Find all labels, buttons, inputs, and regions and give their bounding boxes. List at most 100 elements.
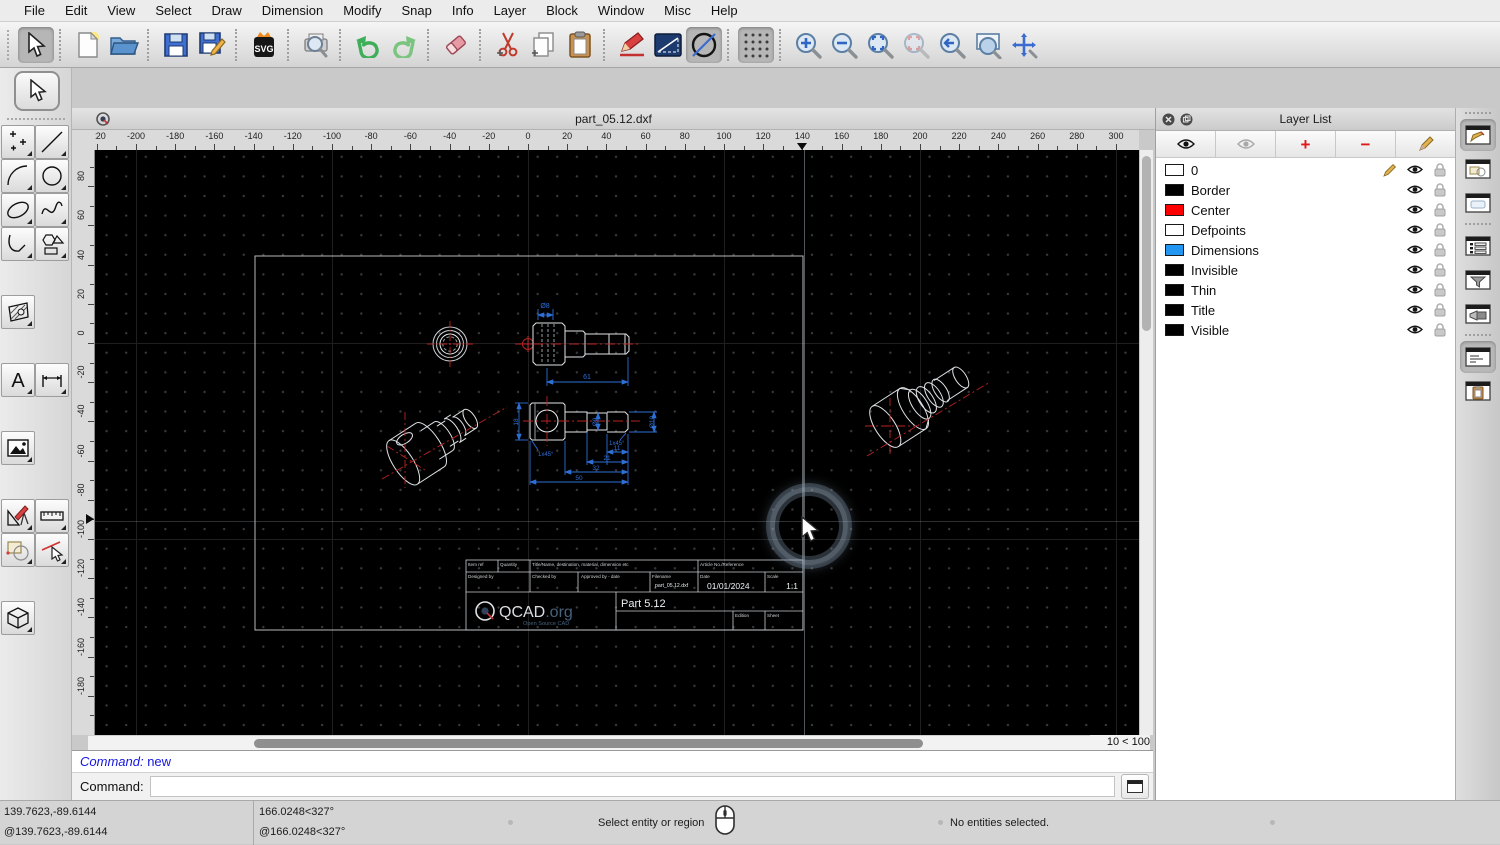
polyline-tool-button[interactable]: [650, 27, 686, 63]
cut-button[interactable]: [490, 27, 526, 63]
erase-button[interactable]: [438, 27, 474, 63]
menu-select[interactable]: Select: [145, 3, 201, 18]
menu-draw[interactable]: Draw: [201, 3, 251, 18]
close-icon[interactable]: [1161, 112, 1175, 126]
palette-drag-handle[interactable]: [6, 118, 65, 122]
library-browser-panel-button[interactable]: [1460, 298, 1496, 330]
detach-panel-icon[interactable]: [1179, 112, 1193, 126]
arc-tool-button[interactable]: [1, 159, 35, 193]
vertical-scrollbar[interactable]: [1139, 150, 1153, 735]
layer-color-swatch[interactable]: [1165, 184, 1184, 196]
menu-layer[interactable]: Layer: [484, 3, 537, 18]
layer-visibility-eye-icon[interactable]: [1406, 283, 1424, 298]
ruler-tool-button[interactable]: [35, 499, 69, 533]
modify-tool-button[interactable]: [1, 533, 35, 567]
zoom-in-button[interactable]: [790, 27, 826, 63]
block-list-panel-button[interactable]: [1460, 153, 1496, 185]
strip-drag-handle[interactable]: [1465, 112, 1491, 115]
clipboard-panel-panel-button[interactable]: [1460, 375, 1496, 407]
show-all-layers-button[interactable]: [1156, 131, 1216, 157]
menu-misc[interactable]: Misc: [654, 3, 701, 18]
layer-lock-icon[interactable]: [1434, 323, 1446, 340]
layer-visibility-eye-icon[interactable]: [1406, 183, 1424, 198]
zoom-auto-button[interactable]: [862, 27, 898, 63]
layer-row-thin[interactable]: Thin: [1156, 280, 1455, 300]
undo-button[interactable]: [350, 27, 386, 63]
hide-all-layers-button[interactable]: [1216, 131, 1276, 157]
hatch-tool-button[interactable]: [1, 295, 35, 329]
command-input[interactable]: [149, 776, 1115, 797]
polyline-tool-button[interactable]: [1, 227, 35, 261]
layer-lock-icon[interactable]: [1434, 223, 1446, 240]
layer-lock-icon[interactable]: [1434, 163, 1446, 180]
zoom-window-button[interactable]: [970, 27, 1006, 63]
menu-edit[interactable]: Edit: [55, 3, 97, 18]
horizontal-scrollbar[interactable]: [88, 735, 1090, 750]
paste-button[interactable]: [562, 27, 598, 63]
image-tool-button[interactable]: [1, 431, 35, 465]
edit-layer-button[interactable]: [1396, 131, 1455, 157]
layer-color-swatch[interactable]: [1165, 224, 1184, 236]
solid-tool-button[interactable]: [1, 601, 35, 635]
menu-snap[interactable]: Snap: [392, 3, 442, 18]
copy-button[interactable]: [526, 27, 562, 63]
layer-color-swatch[interactable]: [1165, 304, 1184, 316]
layer-row-0[interactable]: 0: [1156, 160, 1455, 180]
svg-export-button[interactable]: SVG: [246, 27, 282, 63]
text-tool-button[interactable]: A: [1, 363, 35, 397]
line-tool-button[interactable]: [35, 125, 69, 159]
layer-row-center[interactable]: Center: [1156, 200, 1455, 220]
layer-lock-icon[interactable]: [1434, 303, 1446, 320]
layer-color-swatch[interactable]: [1165, 284, 1184, 296]
layer-color-swatch[interactable]: [1165, 264, 1184, 276]
menu-info[interactable]: Info: [442, 3, 484, 18]
layer-visibility-eye-icon[interactable]: [1406, 323, 1424, 338]
zoom-previous-button[interactable]: [934, 27, 970, 63]
layer-visibility-eye-icon[interactable]: [1406, 163, 1424, 178]
circle-2p-button[interactable]: [686, 26, 722, 63]
layer-lock-icon[interactable]: [1434, 263, 1446, 280]
menu-block[interactable]: Block: [536, 3, 588, 18]
save-button[interactable]: [158, 27, 194, 63]
layer-lock-icon[interactable]: [1434, 283, 1446, 300]
pointer-button[interactable]: [18, 26, 54, 63]
menu-dimension[interactable]: Dimension: [252, 3, 333, 18]
trim-tool-button[interactable]: [35, 533, 69, 567]
remove-layer-button[interactable]: −: [1336, 131, 1396, 157]
points-tool-button[interactable]: [1, 125, 35, 159]
layer-visibility-eye-icon[interactable]: [1406, 223, 1424, 238]
layer-color-swatch[interactable]: [1165, 244, 1184, 256]
spline-tool-button[interactable]: [35, 193, 69, 227]
layer-row-defpoints[interactable]: Defpoints: [1156, 220, 1455, 240]
layer-row-invisible[interactable]: Invisible: [1156, 260, 1455, 280]
menu-modify[interactable]: Modify: [333, 3, 391, 18]
toolbar-drag-handle[interactable]: [7, 29, 15, 60]
dimension-tool-button[interactable]: [35, 363, 69, 397]
layer-color-swatch[interactable]: [1165, 324, 1184, 336]
property-editor-panel-button[interactable]: [1460, 230, 1496, 262]
menu-file[interactable]: File: [14, 3, 55, 18]
redo-button[interactable]: [386, 27, 422, 63]
selection-filter-panel-button[interactable]: [1460, 264, 1496, 296]
pan-button[interactable]: [1006, 27, 1042, 63]
zoom-out-button[interactable]: [826, 27, 862, 63]
draw-pencil-button[interactable]: [614, 27, 650, 63]
new-file-button[interactable]: [70, 27, 106, 63]
vertical-scrollbar-thumb[interactable]: [1142, 156, 1151, 331]
menu-window[interactable]: Window: [588, 3, 654, 18]
view-list-panel-button[interactable]: [1460, 187, 1496, 219]
drawing-canvas[interactable]: Ø8 61 18 1x45° 1x45° Ø9 Ø10 11 21 32 50 …: [95, 150, 1139, 735]
zoom-selection-button[interactable]: [898, 27, 934, 63]
save-as-button[interactable]: [194, 27, 230, 63]
menu-view[interactable]: View: [97, 3, 145, 18]
layer-row-title[interactable]: Title: [1156, 300, 1455, 320]
circle-tool-button[interactable]: [35, 159, 69, 193]
layer-visibility-eye-icon[interactable]: [1406, 303, 1424, 318]
pointer-tool-button[interactable]: [14, 71, 60, 111]
layer-visibility-eye-icon[interactable]: [1406, 263, 1424, 278]
layer-row-border[interactable]: Border: [1156, 180, 1455, 200]
horizontal-scrollbar-thumb[interactable]: [254, 739, 923, 748]
layer-lock-icon[interactable]: [1434, 243, 1446, 260]
open-file-button[interactable]: [106, 27, 142, 63]
layer-lock-icon[interactable]: [1434, 203, 1446, 220]
